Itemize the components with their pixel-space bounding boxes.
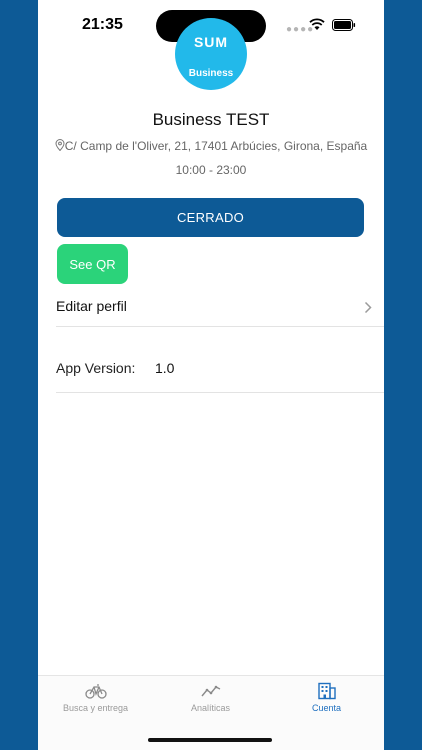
see-qr-button[interactable]: See QR [57, 244, 128, 284]
edit-profile-label: Editar perfil [56, 298, 127, 314]
business-hours: 10:00 - 23:00 [175, 163, 247, 177]
logo-subtext: Business [188, 68, 234, 79]
edit-profile-row[interactable]: Editar perfil [56, 288, 384, 327]
building-icon [317, 682, 336, 700]
tab-label: Busca y entrega [62, 703, 129, 713]
address-text: C/ Camp de l'Oliver, 21, 17401 Arbúcies,… [64, 139, 368, 153]
chevron-right-icon [364, 301, 372, 314]
logo-text: SUM [193, 34, 229, 50]
app-version-value: 1.0 [155, 360, 175, 376]
business-address: C/ Camp de l'Oliver, 21, 17401 Arbúcies,… [38, 139, 384, 153]
battery-icon [332, 19, 356, 31]
tab-label: Analíticas [190, 703, 231, 713]
chart-line-icon [200, 685, 220, 697]
status-time: 21:35 [82, 16, 123, 33]
app-version-row: App Version: 1.0 [56, 327, 384, 393]
home-indicator[interactable] [148, 738, 272, 742]
tab-cuenta[interactable]: Cuenta [269, 682, 384, 722]
open-closed-button[interactable]: CERRADO [57, 198, 364, 237]
app-screen: 21:35 ●●●● SUM Business Business TEST C/… [38, 0, 384, 750]
wifi-icon [309, 18, 325, 30]
tab-busca-y-entrega[interactable]: Busca y entrega [38, 682, 153, 722]
tab-analiticas[interactable]: Analíticas [153, 682, 268, 722]
business-logo: SUM Business [175, 18, 247, 90]
tab-label: Cuenta [311, 703, 342, 713]
app-version-label: App Version: [56, 360, 136, 376]
bicycle-icon [84, 684, 107, 699]
business-name: Business TEST [152, 110, 270, 129]
location-pin-icon [55, 139, 65, 151]
